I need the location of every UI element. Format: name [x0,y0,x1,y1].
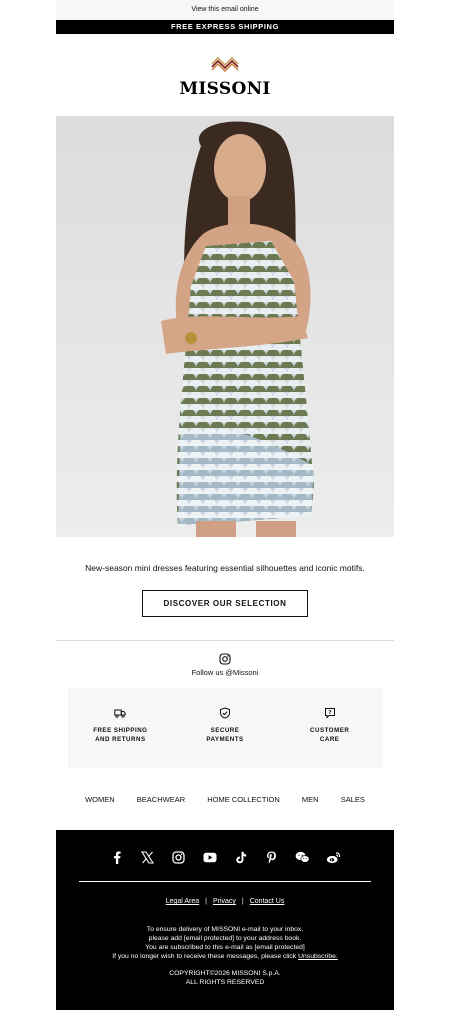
copyright: COPYRIGHT©2026 MISSONI S.p.A. ALL RIGHTS… [56,969,394,987]
instagram-icon[interactable] [219,653,231,665]
facebook-icon[interactable] [109,850,124,865]
view-online-link[interactable]: View this email online [56,0,394,20]
delivery-notice: To ensure delivery of MISSONI e-mail to … [56,925,394,961]
service-secure-payments[interactable]: SECURE PAYMENTS [173,688,278,768]
hero-image[interactable] [56,116,394,537]
nav-sales[interactable]: SALES [341,795,365,804]
help-chat-icon: ? [324,708,335,719]
service-customer-care[interactable]: ? CUSTOMER CARE [277,688,382,768]
youtube-icon[interactable] [202,850,217,865]
follow-us-link[interactable]: Follow us @Missoni [56,668,394,677]
delivery-line: If you no longer wish to receive these m… [56,952,394,961]
instagram-icon[interactable] [171,850,186,865]
service-label: CUSTOMER CARE [310,727,350,743]
privacy-link[interactable]: Privacy [213,898,236,905]
shipping-banner[interactable]: FREE EXPRESS SHIPPING [56,20,394,34]
missoni-zigzag-icon [211,56,239,72]
x-icon[interactable] [140,850,155,865]
wechat-icon[interactable] [295,850,310,865]
copyright-line: COPYRIGHT©2026 MISSONI S.p.A. [169,970,281,977]
brand-wordmark: MISSONI [179,79,271,99]
link-separator: | [205,898,207,905]
email-container: View this email online FREE EXPRESS SHIP… [56,0,394,1010]
delivery-line: please add [email protected] to your add… [148,935,302,942]
shield-check-icon [220,707,230,719]
discover-selection-button[interactable]: DISCOVER OUR SELECTION [142,590,308,617]
delivery-line: To ensure delivery of MISSONI e-mail to … [146,926,304,933]
divider [56,640,394,641]
unsubscribe-prompt: If you no longer wish to receive these m… [112,953,297,960]
copyright-line: ALL RIGHTS RESERVED [185,979,265,986]
legal-area-link[interactable]: Legal Area [166,898,199,905]
unsubscribe-link[interactable]: Unsubscribe. [298,953,338,960]
pinterest-icon[interactable] [264,850,279,865]
link-separator: | [241,898,244,905]
truck-icon [114,709,127,718]
delivery-line: You are subscribed to this e-mail as [em… [145,944,305,951]
service-label: FREE SHIPPING AND RETURNS [93,727,148,743]
nav-men[interactable]: MEN [302,795,319,804]
footer: Legal Area | Privacy | Contact Us To ensure … [56,830,394,1010]
hero-tagline: New-season mini dresses featuring essent… [85,563,365,573]
contact-us-link[interactable]: Contact Us [250,898,285,905]
services-panel: FREE SHIPPING AND RETURNS SECURE PAYMENT… [68,688,382,768]
category-nav: WOMEN BEACHWEAR HOME COLLECTION MEN SALE… [56,795,394,804]
service-label: SECURE PAYMENTS [206,727,244,743]
weibo-icon[interactable] [326,850,341,865]
social-icons [56,850,394,865]
svg-text:?: ? [328,710,331,716]
legal-links: Legal Area | Privacy | Contact Us [56,898,394,905]
nav-home-collection[interactable]: HOME COLLECTION [207,795,280,804]
nav-women[interactable]: WOMEN [85,795,115,804]
brand-logo[interactable]: MISSONI [56,34,394,116]
nav-beachwear[interactable]: BEACHWEAR [137,795,185,804]
footer-divider [79,881,371,882]
tiktok-icon[interactable] [233,850,248,865]
service-free-shipping[interactable]: FREE SHIPPING AND RETURNS [68,688,173,768]
